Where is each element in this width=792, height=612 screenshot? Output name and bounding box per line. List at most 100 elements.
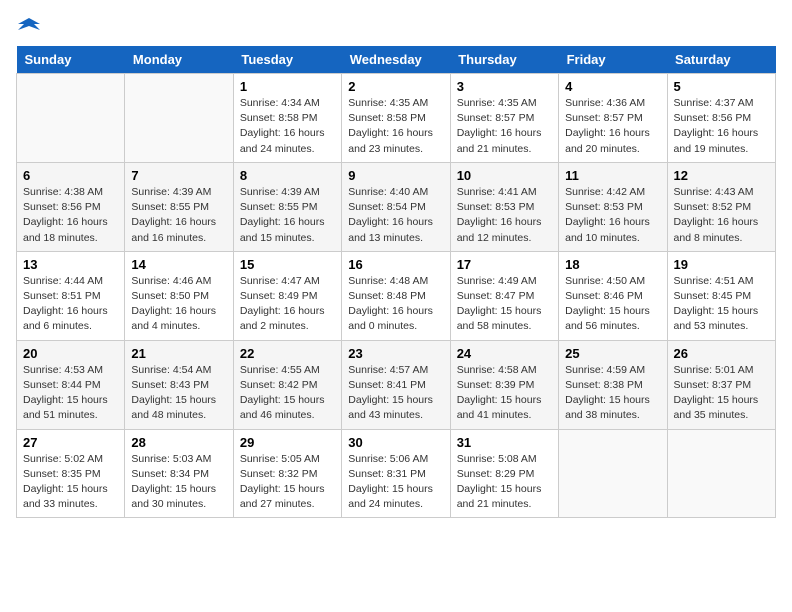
day-header-monday: Monday xyxy=(125,46,233,74)
calendar-cell: 9 Sunrise: 4:40 AM Sunset: 8:54 PM Daylig… xyxy=(342,162,450,251)
calendar-cell xyxy=(125,74,233,163)
day-number: 24 xyxy=(457,346,552,361)
day-info: Sunrise: 4:54 AM Sunset: 8:43 PM Dayligh… xyxy=(131,363,226,424)
day-number: 21 xyxy=(131,346,226,361)
calendar-cell: 2 Sunrise: 4:35 AM Sunset: 8:58 PM Daylig… xyxy=(342,74,450,163)
day-info: Sunrise: 4:34 AM Sunset: 8:58 PM Dayligh… xyxy=(240,96,335,157)
day-info: Sunrise: 4:44 AM Sunset: 8:51 PM Dayligh… xyxy=(23,274,118,335)
week-row-5: 27 Sunrise: 5:02 AM Sunset: 8:35 PM Dayli… xyxy=(17,429,776,518)
calendar-cell: 27 Sunrise: 5:02 AM Sunset: 8:35 PM Dayli… xyxy=(17,429,125,518)
day-info: Sunrise: 4:39 AM Sunset: 8:55 PM Dayligh… xyxy=(240,185,335,246)
calendar-cell: 25Sunrise: 4:59 AM Sunset: 8:38 PM Dayli… xyxy=(559,340,667,429)
day-number: 11 xyxy=(565,168,660,183)
day-info: Sunrise: 4:48 AM Sunset: 8:48 PM Dayligh… xyxy=(348,274,443,335)
day-number: 16 xyxy=(348,257,443,272)
day-number: 19 xyxy=(674,257,769,272)
week-row-4: 20 Sunrise: 4:53 AM Sunset: 8:44 PM Dayli… xyxy=(17,340,776,429)
day-info: Sunrise: 4:37 AM Sunset: 8:56 PM Dayligh… xyxy=(674,96,769,157)
calendar-cell: 20 Sunrise: 4:53 AM Sunset: 8:44 PM Dayli… xyxy=(17,340,125,429)
day-info: Sunrise: 4:42 AM Sunset: 8:53 PM Dayligh… xyxy=(565,185,660,246)
calendar-cell: 24 Sunrise: 4:58 AM Sunset: 8:39 PM Dayli… xyxy=(450,340,558,429)
calendar-cell: 19 Sunrise: 4:51 AM Sunset: 8:45 PM Dayli… xyxy=(667,251,775,340)
day-number: 27 xyxy=(23,435,118,450)
calendar-cell: 8 Sunrise: 4:39 AM Sunset: 8:55 PM Daylig… xyxy=(233,162,341,251)
week-row-2: 6 Sunrise: 4:38 AM Sunset: 8:56 PM Daylig… xyxy=(17,162,776,251)
day-number: 3 xyxy=(457,79,552,94)
day-info: Sunrise: 4:53 AM Sunset: 8:44 PM Dayligh… xyxy=(23,363,118,424)
day-number: 18 xyxy=(565,257,660,272)
day-number: 12 xyxy=(674,168,769,183)
calendar-header-row: SundayMondayTuesdayWednesdayThursdayFrid… xyxy=(17,46,776,74)
day-number: 23 xyxy=(348,346,443,361)
day-number: 8 xyxy=(240,168,335,183)
calendar-cell: 16 Sunrise: 4:48 AM Sunset: 8:48 PM Dayli… xyxy=(342,251,450,340)
day-info: Sunrise: 4:50 AM Sunset: 8:46 PM Dayligh… xyxy=(565,274,660,335)
calendar-cell: 22 Sunrise: 4:55 AM Sunset: 8:42 PM Dayli… xyxy=(233,340,341,429)
calendar-cell: 6 Sunrise: 4:38 AM Sunset: 8:56 PM Daylig… xyxy=(17,162,125,251)
calendar-cell: 5 Sunrise: 4:37 AM Sunset: 8:56 PM Daylig… xyxy=(667,74,775,163)
day-number: 31 xyxy=(457,435,552,450)
day-info: Sunrise: 5:08 AM Sunset: 8:29 PM Dayligh… xyxy=(457,452,552,513)
calendar-cell: 14Sunrise: 4:46 AM Sunset: 8:50 PM Dayli… xyxy=(125,251,233,340)
calendar-cell: 3Sunrise: 4:35 AM Sunset: 8:57 PM Daylig… xyxy=(450,74,558,163)
calendar-cell: 18 Sunrise: 4:50 AM Sunset: 8:46 PM Dayli… xyxy=(559,251,667,340)
calendar-cell: 30 Sunrise: 5:06 AM Sunset: 8:31 PM Dayli… xyxy=(342,429,450,518)
day-info: Sunrise: 5:02 AM Sunset: 8:35 PM Dayligh… xyxy=(23,452,118,513)
day-number: 2 xyxy=(348,79,443,94)
logo xyxy=(16,16,40,34)
calendar-cell: 12 Sunrise: 4:43 AM Sunset: 8:52 PM Dayli… xyxy=(667,162,775,251)
week-row-1: 1Sunrise: 4:34 AM Sunset: 8:58 PM Daylig… xyxy=(17,74,776,163)
calendar-cell: 7Sunrise: 4:39 AM Sunset: 8:55 PM Daylig… xyxy=(125,162,233,251)
day-number: 20 xyxy=(23,346,118,361)
calendar-cell: 4Sunrise: 4:36 AM Sunset: 8:57 PM Daylig… xyxy=(559,74,667,163)
calendar-cell: 1Sunrise: 4:34 AM Sunset: 8:58 PM Daylig… xyxy=(233,74,341,163)
day-info: Sunrise: 4:58 AM Sunset: 8:39 PM Dayligh… xyxy=(457,363,552,424)
day-number: 5 xyxy=(674,79,769,94)
day-header-tuesday: Tuesday xyxy=(233,46,341,74)
day-info: Sunrise: 4:55 AM Sunset: 8:42 PM Dayligh… xyxy=(240,363,335,424)
day-number: 13 xyxy=(23,257,118,272)
calendar-cell xyxy=(667,429,775,518)
calendar-cell xyxy=(17,74,125,163)
page-header xyxy=(16,16,776,34)
calendar-cell: 21 Sunrise: 4:54 AM Sunset: 8:43 PM Dayli… xyxy=(125,340,233,429)
day-info: Sunrise: 4:36 AM Sunset: 8:57 PM Dayligh… xyxy=(565,96,660,157)
day-number: 29 xyxy=(240,435,335,450)
day-number: 6 xyxy=(23,168,118,183)
calendar-table: SundayMondayTuesdayWednesdayThursdayFrid… xyxy=(16,46,776,518)
day-header-thursday: Thursday xyxy=(450,46,558,74)
day-info: Sunrise: 4:51 AM Sunset: 8:45 PM Dayligh… xyxy=(674,274,769,335)
day-number: 22 xyxy=(240,346,335,361)
day-info: Sunrise: 5:03 AM Sunset: 8:34 PM Dayligh… xyxy=(131,452,226,513)
day-header-sunday: Sunday xyxy=(17,46,125,74)
day-number: 30 xyxy=(348,435,443,450)
day-info: Sunrise: 5:01 AM Sunset: 8:37 PM Dayligh… xyxy=(674,363,769,424)
day-info: Sunrise: 4:47 AM Sunset: 8:49 PM Dayligh… xyxy=(240,274,335,335)
day-info: Sunrise: 4:40 AM Sunset: 8:54 PM Dayligh… xyxy=(348,185,443,246)
calendar-cell: 11 Sunrise: 4:42 AM Sunset: 8:53 PM Dayli… xyxy=(559,162,667,251)
day-info: Sunrise: 5:06 AM Sunset: 8:31 PM Dayligh… xyxy=(348,452,443,513)
week-row-3: 13 Sunrise: 4:44 AM Sunset: 8:51 PM Dayli… xyxy=(17,251,776,340)
day-header-wednesday: Wednesday xyxy=(342,46,450,74)
day-number: 10 xyxy=(457,168,552,183)
day-number: 9 xyxy=(348,168,443,183)
calendar-cell xyxy=(559,429,667,518)
calendar-cell: 13 Sunrise: 4:44 AM Sunset: 8:51 PM Dayli… xyxy=(17,251,125,340)
calendar-cell: 29 Sunrise: 5:05 AM Sunset: 8:32 PM Dayli… xyxy=(233,429,341,518)
calendar-cell: 10 Sunrise: 4:41 AM Sunset: 8:53 PM Dayli… xyxy=(450,162,558,251)
day-info: Sunrise: 4:38 AM Sunset: 8:56 PM Dayligh… xyxy=(23,185,118,246)
day-info: Sunrise: 4:41 AM Sunset: 8:53 PM Dayligh… xyxy=(457,185,552,246)
day-info: Sunrise: 4:57 AM Sunset: 8:41 PM Dayligh… xyxy=(348,363,443,424)
calendar-cell: 28Sunrise: 5:03 AM Sunset: 8:34 PM Dayli… xyxy=(125,429,233,518)
day-info: Sunrise: 5:05 AM Sunset: 8:32 PM Dayligh… xyxy=(240,452,335,513)
day-info: Sunrise: 4:43 AM Sunset: 8:52 PM Dayligh… xyxy=(674,185,769,246)
calendar-cell: 17Sunrise: 4:49 AM Sunset: 8:47 PM Dayli… xyxy=(450,251,558,340)
calendar-cell: 31 Sunrise: 5:08 AM Sunset: 8:29 PM Dayli… xyxy=(450,429,558,518)
day-header-saturday: Saturday xyxy=(667,46,775,74)
day-header-friday: Friday xyxy=(559,46,667,74)
day-info: Sunrise: 4:49 AM Sunset: 8:47 PM Dayligh… xyxy=(457,274,552,335)
day-number: 7 xyxy=(131,168,226,183)
day-number: 14 xyxy=(131,257,226,272)
logo-bird-icon xyxy=(18,16,40,38)
day-info: Sunrise: 4:35 AM Sunset: 8:58 PM Dayligh… xyxy=(348,96,443,157)
